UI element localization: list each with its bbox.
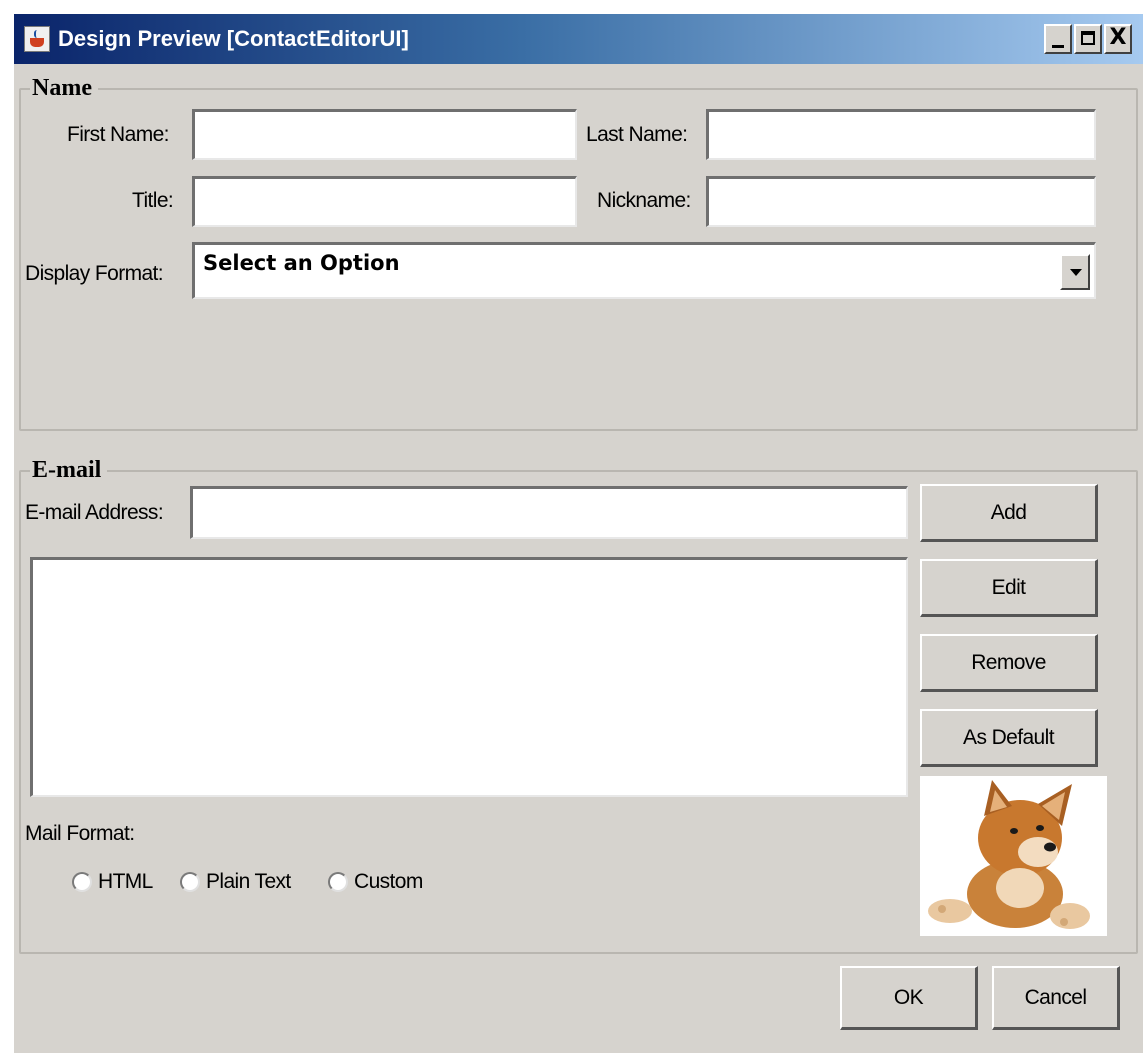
contact-editor-window: Design Preview [ContactEditorUI] X Name … xyxy=(14,14,1143,1053)
radio-plain-text[interactable]: Plain Text xyxy=(180,870,291,894)
title-bar[interactable]: Design Preview [ContactEditorUI] X xyxy=(14,14,1143,64)
nickname-field[interactable] xyxy=(706,176,1096,227)
radio-custom-label: Custom xyxy=(354,870,423,893)
radio-plain-text-label: Plain Text xyxy=(206,870,291,893)
window-title: Design Preview [ContactEditorUI] xyxy=(58,26,409,51)
email-address-list[interactable] xyxy=(30,557,908,797)
display-format-dropdown[interactable]: Select an Option xyxy=(192,242,1096,299)
email-address-label: E-mail Address: xyxy=(25,501,164,524)
radio-custom[interactable]: Custom xyxy=(328,870,423,894)
first-name-field[interactable] xyxy=(192,109,577,160)
edit-button[interactable]: Edit xyxy=(920,559,1098,617)
email-address-field[interactable] xyxy=(190,486,908,539)
display-format-label: Display Format: xyxy=(25,262,164,285)
last-name-label: Last Name: xyxy=(586,123,688,146)
radio-html-label: HTML xyxy=(98,870,153,893)
puppy-icon xyxy=(928,780,1090,929)
radio-button-icon[interactable] xyxy=(72,872,92,892)
remove-button[interactable]: Remove xyxy=(920,634,1098,692)
radio-html[interactable]: HTML xyxy=(72,870,153,894)
display-format-selected-value: Select an Option xyxy=(203,251,400,275)
title-label: Title: xyxy=(132,189,174,212)
last-name-field[interactable] xyxy=(706,109,1096,160)
dropdown-arrow-button[interactable] xyxy=(1060,254,1090,290)
add-button[interactable]: Add xyxy=(920,484,1098,542)
first-name-label: First Name: xyxy=(67,123,170,146)
chevron-down-icon xyxy=(1070,269,1082,276)
mail-format-label: Mail Format: xyxy=(25,822,135,845)
title-field[interactable] xyxy=(192,176,577,227)
minimize-button[interactable] xyxy=(1044,24,1072,54)
radio-button-icon[interactable] xyxy=(180,872,200,892)
maximize-icon xyxy=(1081,31,1095,45)
close-icon: X xyxy=(1109,25,1127,50)
java-app-icon xyxy=(24,26,50,52)
nickname-label: Nickname: xyxy=(597,189,691,212)
as-default-button[interactable]: As Default xyxy=(920,709,1098,767)
radio-button-icon[interactable] xyxy=(328,872,348,892)
minimize-icon xyxy=(1052,45,1064,48)
cancel-button[interactable]: Cancel xyxy=(992,966,1120,1030)
ok-button[interactable]: OK xyxy=(840,966,978,1030)
email-group-title: E-mail xyxy=(30,456,108,484)
close-button[interactable]: X xyxy=(1104,24,1132,54)
maximize-button[interactable] xyxy=(1074,24,1102,54)
contact-photo xyxy=(920,776,1107,936)
name-group-title: Name xyxy=(30,74,98,102)
